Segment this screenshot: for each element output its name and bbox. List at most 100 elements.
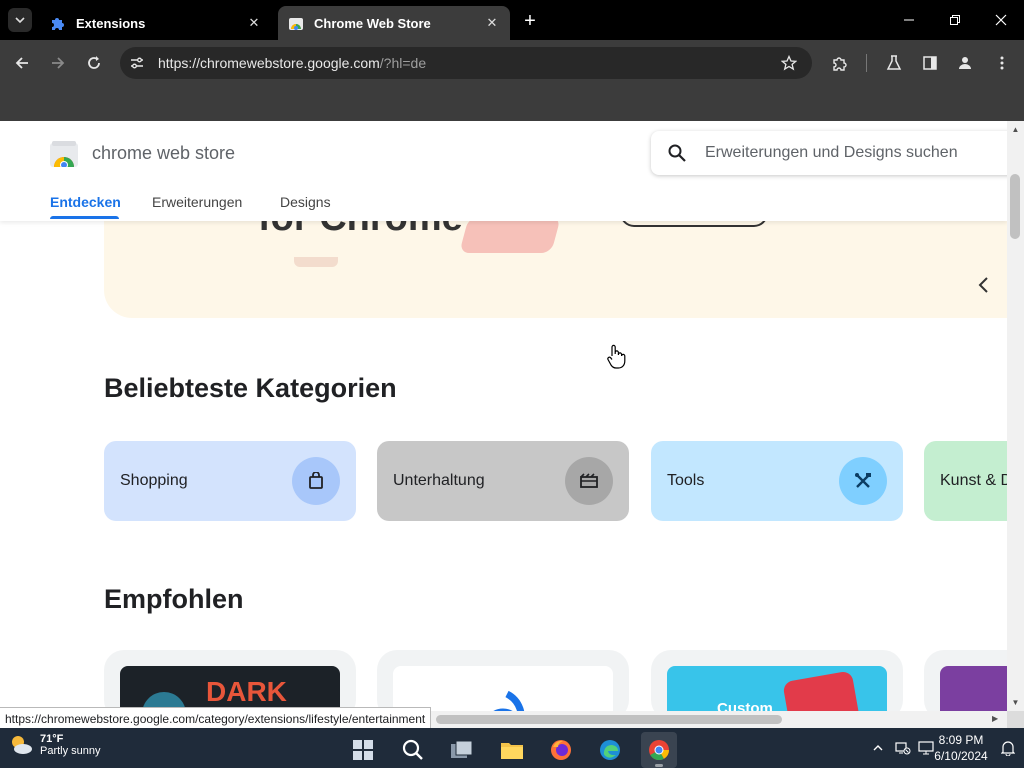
chrome-button[interactable]: [641, 732, 677, 768]
category-label: Unterhaltung: [393, 472, 485, 489]
menu-button[interactable]: [989, 50, 1015, 76]
web-page: for Chrome chrome web store: [0, 121, 1007, 711]
scroll-down-icon[interactable]: ▼: [1011, 698, 1020, 707]
bookmark-star-icon[interactable]: [776, 50, 802, 76]
browser-toolbar: https://chromewebstore.google.com/?hl=de: [0, 40, 1024, 86]
featured-card[interactable]: Custom: [651, 650, 903, 711]
vertical-scrollbar[interactable]: ▲ ▼: [1007, 121, 1024, 711]
category-label: Shopping: [120, 472, 188, 489]
tab-title: Chrome Web Store: [314, 15, 431, 31]
file-explorer-button[interactable]: [494, 732, 530, 768]
featured-card[interactable]: [377, 650, 629, 711]
start-button[interactable]: [345, 732, 381, 768]
taskbar: 71°F Partly sunny 8:09 PM 6/10/2024: [0, 728, 1024, 768]
tab-search-button[interactable]: [8, 8, 32, 32]
scroll-up-icon[interactable]: ▲: [1011, 125, 1020, 134]
forward-button[interactable]: [45, 50, 71, 76]
featured-thumbnail-text: Custom: [717, 700, 773, 711]
labs-button[interactable]: [881, 50, 907, 76]
scroll-right-icon[interactable]: ▶: [992, 714, 998, 723]
wifi-icon: [493, 690, 525, 711]
extensions-button[interactable]: [827, 50, 853, 76]
profile-button[interactable]: [952, 50, 978, 76]
search-icon: [665, 141, 689, 165]
hero-illustration: [294, 257, 338, 267]
side-panel-button[interactable]: [917, 50, 943, 76]
windows-icon: [353, 740, 373, 760]
arrow-right-icon: [52, 57, 65, 69]
show-hidden-icons-button[interactable]: [869, 740, 887, 756]
folder-icon: [501, 743, 523, 759]
edge-button[interactable]: [592, 732, 628, 768]
carousel-prev-button[interactable]: [972, 273, 996, 297]
tools-icon: [839, 457, 887, 505]
category-card-kunst[interactable]: Kunst & D: [924, 441, 1007, 521]
weather-widget[interactable]: 71°F Partly sunny: [8, 732, 101, 758]
featured-thumbnail: [393, 666, 613, 711]
puzzle-icon: [833, 57, 847, 71]
tab-chrome-web-store[interactable]: Chrome Web Store ✕: [278, 6, 510, 40]
close-window-button[interactable]: [978, 0, 1024, 40]
tab-extensions[interactable]: Extensions ✕: [40, 6, 272, 40]
edge-icon: [600, 740, 620, 760]
store-name[interactable]: chrome web store: [92, 143, 235, 164]
search-input[interactable]: [705, 144, 1005, 162]
featured-card[interactable]: [924, 650, 1007, 711]
film-icon: [565, 457, 613, 505]
firefox-button[interactable]: [543, 732, 579, 768]
restore-icon: [950, 15, 960, 25]
chrome-icon: [649, 740, 670, 761]
chevron-up-icon: [873, 745, 883, 751]
bell-icon: [1001, 741, 1015, 756]
scrollbar-corner: [1007, 711, 1024, 728]
side-panel-icon: [923, 56, 937, 70]
category-label: Tools: [667, 472, 705, 489]
close-icon[interactable]: ✕: [484, 15, 500, 31]
minimize-icon: [904, 19, 914, 21]
tab-title: Extensions: [76, 15, 146, 31]
puzzle-icon: [52, 18, 64, 30]
url-text: https://chromewebstore.google.com/?hl=de: [158, 55, 427, 71]
close-icon[interactable]: ✕: [246, 15, 262, 31]
featured-thumbnail: DARK: [120, 666, 340, 711]
store-search[interactable]: [651, 131, 1007, 175]
address-bar[interactable]: https://chromewebstore.google.com/?hl=de: [120, 47, 812, 79]
scrollbar-thumb[interactable]: [436, 715, 782, 724]
weather-temperature: 71°F: [40, 733, 64, 745]
search-button[interactable]: [395, 732, 431, 768]
scrollbar-thumb[interactable]: [1010, 174, 1020, 239]
task-view-icon: [451, 740, 473, 758]
restore-button[interactable]: [932, 0, 978, 40]
category-card-shopping[interactable]: Shopping: [104, 441, 356, 521]
back-button[interactable]: [9, 50, 35, 76]
clock-time: 8:09 PM: [938, 733, 984, 747]
chevron-left-icon: [978, 277, 988, 293]
toolbar-divider: [866, 54, 867, 72]
tab-entdecken[interactable]: Entdecken: [50, 194, 121, 210]
category-card-tools[interactable]: Tools: [651, 441, 903, 521]
task-view-button[interactable]: [444, 732, 480, 768]
chrome-web-store-logo: [50, 141, 78, 167]
hand-cursor-icon: [607, 344, 626, 369]
featured-thumbnail: [940, 666, 1007, 711]
categories-heading: Beliebteste Kategorien: [104, 373, 397, 403]
reload-button[interactable]: [81, 50, 107, 76]
category-card-unterhaltung[interactable]: Unterhaltung: [377, 441, 629, 521]
site-settings-icon[interactable]: [124, 50, 150, 76]
chevron-down-icon: [15, 17, 25, 24]
minimize-button[interactable]: [886, 0, 932, 40]
category-label: Kunst & D: [940, 472, 1007, 489]
featured-thumbnail: Custom: [667, 666, 887, 711]
tab-erweiterungen[interactable]: Erweiterungen: [152, 194, 242, 210]
notifications-button[interactable]: [999, 740, 1017, 756]
featured-heading: Empfohlen: [104, 584, 244, 614]
featured-card[interactable]: DARK: [104, 650, 356, 711]
search-icon: [402, 739, 423, 760]
store-header: chrome web store Entdecken Erweiterungen…: [0, 121, 1007, 221]
network-status[interactable]: [894, 740, 912, 756]
hero-decoration: [459, 217, 561, 253]
network-icon: [895, 742, 911, 755]
new-tab-button[interactable]: +: [519, 10, 541, 32]
system-clock[interactable]: 8:09 PM 6/10/2024: [930, 732, 992, 764]
tab-designs[interactable]: Designs: [280, 194, 331, 210]
